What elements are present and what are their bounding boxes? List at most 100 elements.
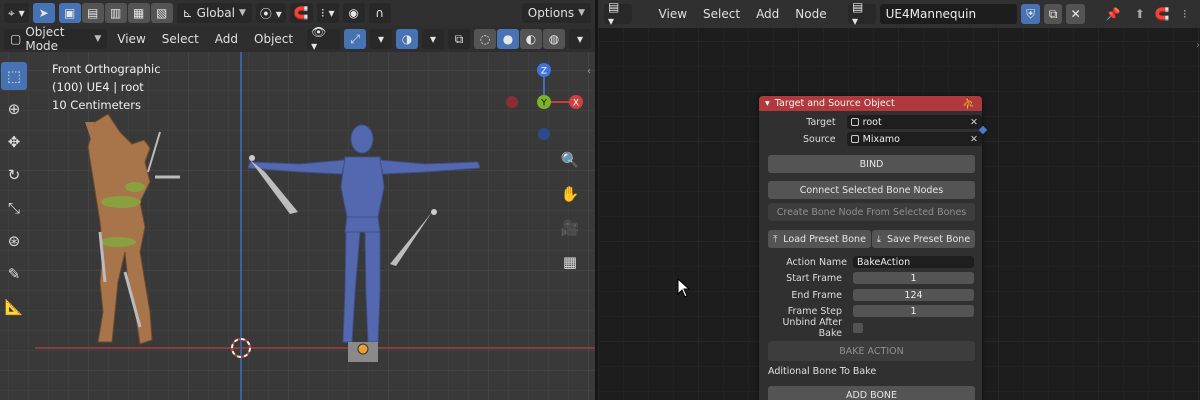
source-row: Source Mixamo ✕ bbox=[759, 132, 982, 146]
action-name-row: Action Name BakeAction bbox=[759, 255, 982, 269]
move-icon[interactable]: ✥ bbox=[1, 128, 27, 156]
scale-icon[interactable]: ⤡ bbox=[1, 194, 27, 222]
select-extend-icon[interactable]: ▤ bbox=[81, 3, 104, 23]
material-shading-icon[interactable]: ◐ bbox=[520, 29, 542, 49]
pivot-point-icon[interactable]: ⦿ ▾ bbox=[255, 3, 286, 23]
camera-icon[interactable]: 🎥 bbox=[558, 216, 582, 240]
snap-target-icon[interactable]: ⁝ bbox=[1176, 4, 1195, 24]
toolbar-toggle-icon[interactable]: › bbox=[1196, 40, 1200, 51]
gizmo-z-label: Z bbox=[541, 67, 547, 77]
zoom-icon[interactable]: 🔍 bbox=[558, 148, 582, 172]
gizmo-toggle-icon[interactable]: ⤢ bbox=[344, 29, 366, 49]
select-invert-icon[interactable]: ▦ bbox=[127, 3, 150, 23]
sidebar-toggle-icon[interactable]: ‹ bbox=[587, 66, 591, 77]
create-bone-node-button[interactable]: Create Bone Node From Selected Bones bbox=[768, 203, 975, 221]
rendered-shading-icon[interactable]: ◍ bbox=[543, 29, 565, 49]
bind-button[interactable]: BIND bbox=[768, 155, 975, 173]
frame-step-label: Frame Step bbox=[787, 305, 842, 317]
options-dropdown[interactable]: Options ▼ bbox=[521, 3, 591, 23]
viewport-tool-header: ⌖ ▾ ➤ ▣ ▤ ▥ ▦ ▧ ⊾ Global ▼ ⦿ ▾ 🧲 ⁝ ▾ ◉ ∩… bbox=[0, 0, 595, 26]
load-preset-button[interactable]: ⤒ Load Preset Bone bbox=[768, 230, 871, 248]
menu-view[interactable]: View bbox=[111, 32, 151, 46]
overlay-toggle-icon[interactable]: ◑ bbox=[396, 29, 418, 49]
parent-tree-icon[interactable]: ⬆ bbox=[1131, 4, 1150, 24]
end-frame-label: End Frame bbox=[791, 289, 842, 301]
proportional-edit-icon[interactable]: ◉ bbox=[342, 3, 365, 23]
armature-icon: ⛹ bbox=[962, 97, 976, 110]
navigation-gizmo[interactable]: Z X Y bbox=[500, 58, 590, 148]
clear-icon[interactable]: ✕ bbox=[970, 117, 978, 128]
menu-node[interactable]: Node bbox=[789, 7, 832, 21]
wireframe-shading-icon[interactable]: ◌ bbox=[474, 29, 496, 49]
save-preset-button[interactable]: ⤓ Save Preset Bone bbox=[872, 230, 975, 248]
falloff-icon[interactable]: ∩ bbox=[368, 3, 391, 23]
node-editor-header: ▤ ▾ View Select Add Node ▤ ▾ UE4Mannequi… bbox=[598, 0, 1200, 28]
source-field[interactable]: Mixamo ✕ bbox=[846, 132, 982, 146]
xray-toggle-icon[interactable]: ⧉ bbox=[448, 29, 470, 49]
menu-select[interactable]: Select bbox=[697, 7, 746, 21]
menu-add[interactable]: Add bbox=[209, 32, 244, 46]
visibility-eye-icon[interactable]: 👁 ▾ bbox=[307, 25, 340, 53]
rotate-icon[interactable]: ↻ bbox=[1, 161, 27, 189]
transform-icon[interactable]: ⊛ bbox=[1, 227, 27, 255]
select-subtract-icon[interactable]: ▥ bbox=[104, 3, 127, 23]
menu-select[interactable]: Select bbox=[156, 32, 205, 46]
chevron-down-icon[interactable]: ▾ bbox=[422, 29, 444, 49]
menu-add[interactable]: Add bbox=[750, 7, 785, 21]
node-editor[interactable]: ▤ ▾ View Select Add Node ▤ ▾ UE4Mannequi… bbox=[598, 0, 1200, 400]
node-tree-type-icon[interactable]: ▤ ▾ bbox=[848, 0, 876, 28]
snap-target-icon[interactable]: ⁝ ▾ bbox=[316, 3, 339, 23]
start-frame-field[interactable]: 1 bbox=[853, 272, 974, 284]
3d-viewport[interactable]: ⌖ ▾ ➤ ▣ ▤ ▥ ▦ ▧ ⊾ Global ▼ ⦿ ▾ 🧲 ⁝ ▾ ◉ ∩… bbox=[0, 0, 595, 400]
pan-hand-icon[interactable]: ✋ bbox=[558, 182, 582, 206]
action-name-field[interactable]: BakeAction bbox=[853, 256, 974, 268]
chevron-down-icon[interactable]: ▾ bbox=[370, 29, 392, 49]
mode-dropdown[interactable]: ▢ Object Mode ▼ bbox=[4, 25, 108, 53]
pin-icon[interactable]: 📌 bbox=[1104, 4, 1123, 24]
solid-shading-icon[interactable]: ● bbox=[497, 29, 519, 49]
end-frame-row: End Frame 124 bbox=[759, 288, 982, 302]
connect-bone-nodes-button[interactable]: Connect Selected Bone Nodes bbox=[768, 181, 975, 199]
orientation-icon: ⊾ bbox=[182, 6, 193, 20]
select-box-icon[interactable]: ⬚ bbox=[1, 62, 27, 90]
cursor-icon[interactable]: ⊕ bbox=[1, 95, 27, 123]
editor-type-icon[interactable]: ▤ ▾ bbox=[604, 0, 632, 28]
measure-icon[interactable]: 📐 bbox=[1, 293, 27, 321]
unbind-row: Unbind After Bake bbox=[759, 317, 982, 339]
start-frame-row: Start Frame 1 bbox=[759, 271, 982, 285]
unbind-label: Unbind After Bake bbox=[782, 317, 842, 339]
node-title: Target and Source Object bbox=[774, 98, 895, 109]
select-new-icon[interactable]: ▣ bbox=[58, 3, 81, 23]
menu-object[interactable]: Object bbox=[248, 32, 299, 46]
node-tree-name-field[interactable]: UE4Mannequin bbox=[879, 4, 1018, 24]
duplicate-icon[interactable]: ⧉ bbox=[1043, 4, 1063, 24]
chevron-down-icon[interactable]: ▾ bbox=[569, 29, 591, 49]
select-intersect-icon[interactable]: ▧ bbox=[150, 3, 173, 23]
menu-view[interactable]: View bbox=[653, 7, 693, 21]
frame-step-field[interactable]: 1 bbox=[853, 305, 974, 317]
close-icon[interactable]: ✕ bbox=[1066, 4, 1085, 24]
grid-icon[interactable]: ▦ bbox=[558, 250, 582, 274]
snap-toggle-icon[interactable]: 🧲 bbox=[289, 3, 313, 23]
target-field[interactable]: root ✕ bbox=[846, 115, 982, 129]
object-icon bbox=[850, 118, 859, 126]
clear-icon[interactable]: ✕ bbox=[970, 134, 978, 145]
node-header[interactable]: ▾ Target and Source Object ⛹ bbox=[759, 96, 982, 111]
gizmo-x-label: X bbox=[573, 99, 579, 109]
mouse-cursor-icon bbox=[677, 278, 691, 298]
collapse-triangle-icon[interactable]: ▾ bbox=[765, 98, 770, 109]
annotate-icon[interactable]: ✎ bbox=[1, 260, 27, 288]
fake-user-shield-icon[interactable]: ⛨ bbox=[1021, 4, 1040, 24]
object-icon bbox=[850, 135, 859, 143]
snap-icon[interactable]: 🧲 bbox=[1153, 4, 1172, 24]
target-source-node[interactable]: ▾ Target and Source Object ⛹ Target root… bbox=[759, 96, 982, 400]
add-bone-button[interactable]: ADD BONE bbox=[768, 386, 975, 400]
editor-type-icon[interactable]: ⌖ ▾ bbox=[4, 3, 29, 23]
transform-orientation-dropdown[interactable]: ⊾ Global ▼ bbox=[176, 3, 252, 23]
unbind-after-bake-checkbox[interactable] bbox=[853, 323, 863, 333]
frame-step-row: Frame Step 1 bbox=[759, 304, 982, 318]
end-frame-field[interactable]: 124 bbox=[853, 289, 974, 301]
gizmo-neg-x-axis bbox=[506, 96, 518, 108]
bake-action-button[interactable]: BAKE ACTION bbox=[768, 341, 975, 361]
select-tool-icon[interactable]: ➤ bbox=[32, 3, 55, 23]
